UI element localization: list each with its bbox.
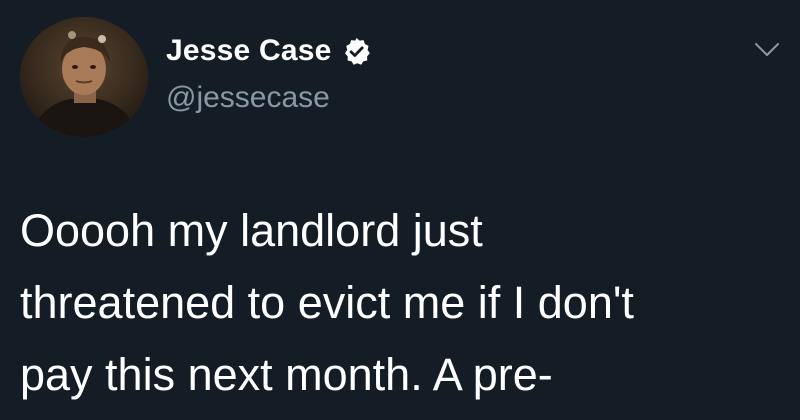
author-display-name[interactable]: Jesse Case — [166, 34, 331, 68]
profile-photo-icon — [20, 17, 148, 137]
tweet-text: Ooooh my landlord just threatened to evi… — [20, 195, 790, 411]
tweet-text-line: Ooooh my landlord just — [20, 205, 483, 256]
avatar[interactable] — [20, 17, 148, 137]
author-name-row: Jesse Case — [166, 31, 372, 71]
author-handle[interactable]: @jessecase — [166, 81, 330, 115]
tweet-card: Jesse Case @jessecase Ooooh my landlord … — [0, 0, 800, 420]
verified-badge-icon — [341, 36, 372, 67]
tweet-text-line: pay this next month. A pre- — [20, 349, 553, 400]
chevron-down-icon[interactable] — [752, 38, 782, 62]
tweet-text-line: threatened to evict me if I don't — [20, 277, 634, 328]
